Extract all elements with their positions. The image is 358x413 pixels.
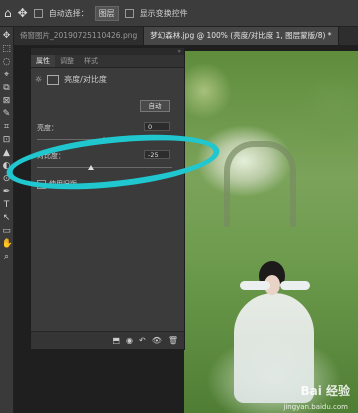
hand-icon[interactable]: ✋ <box>2 239 13 249</box>
home-icon[interactable]: ⌂ <box>4 6 12 20</box>
show-transform-label: 显示变换控件 <box>139 8 188 18</box>
panel-header: ☼ 亮度/对比度 <box>31 68 184 91</box>
quick-select-icon[interactable]: ⌖ <box>2 70 12 80</box>
watermark-brand: Bai 经验 <box>300 384 350 398</box>
frame-icon[interactable]: ⊠ <box>2 96 12 106</box>
healing-icon[interactable]: ⌗ <box>2 122 12 132</box>
pen-icon[interactable]: ✒ <box>2 187 12 197</box>
view-previous-icon[interactable]: ◉ <box>126 336 133 345</box>
doc-tab-2[interactable]: 梦幻森林.jpg @ 100% (亮度/对比度 1, 图层蒙版/8) * <box>144 27 339 45</box>
stamp-icon[interactable]: ⊡ <box>2 135 12 145</box>
delete-icon[interactable]: 🗑 <box>168 336 178 345</box>
panel-tabs: 属性 调整 样式 <box>31 55 184 68</box>
watermark-url: jingyan.baidu.com <box>283 403 348 411</box>
tools-panel: ✥ ⬚ ◌ ⌖ ⧉ ⊠ ✎ ⌗ ⊡ ▲ ◐ ⊙ ✒ T ↖ ▭ ✋ ⌕ <box>0 27 14 413</box>
eyedropper-icon[interactable]: ✎ <box>2 109 12 119</box>
options-bar: ⌂ ✥ 自动选择： 图层 显示变换控件 <box>0 0 358 27</box>
forest-photo: Bai 经验 jingyan.baidu.com <box>184 51 358 413</box>
right-arm <box>280 281 310 290</box>
tab-styles[interactable]: 样式 <box>79 55 103 67</box>
move-tool-icon[interactable]: ✥ <box>18 6 28 20</box>
tab-properties[interactable]: 属性 <box>31 55 55 67</box>
adjustment-icon: ☼ <box>35 75 43 84</box>
show-transform-checkbox[interactable] <box>124 8 134 18</box>
move-icon[interactable]: ✥ <box>2 31 12 41</box>
panel-title: 亮度/对比度 <box>64 75 107 84</box>
clip-icon[interactable]: ⬒ <box>112 336 120 345</box>
properties-panel: » 属性 调整 样式 ☼ 亮度/对比度 自动 亮度： 0 对比度： -25 使用… <box>30 47 185 350</box>
brightness-value[interactable]: 0 <box>144 122 170 131</box>
auto-button[interactable]: 自动 <box>140 100 170 112</box>
auto-select-dropdown[interactable]: 图层 <box>94 5 119 21</box>
type-icon[interactable]: T <box>2 200 12 210</box>
tab-adjustments[interactable]: 调整 <box>55 55 79 67</box>
path-select-icon[interactable]: ↖ <box>2 213 12 223</box>
reset-icon[interactable]: ↶ <box>139 336 146 345</box>
panel-collapse-bar[interactable]: » <box>31 48 184 55</box>
stone-arch <box>224 141 296 227</box>
history-brush-icon[interactable]: ▲ <box>2 148 12 158</box>
zoom-icon[interactable]: ⌕ <box>2 252 12 262</box>
marquee-icon[interactable]: ⬚ <box>2 44 12 54</box>
rectangle-icon[interactable]: ▭ <box>2 226 12 236</box>
doc-tab-1[interactable]: 倚窗图片_20190725110426.png <box>14 27 145 45</box>
left-arm <box>240 281 270 290</box>
mask-icon[interactable] <box>47 74 60 85</box>
crop-icon[interactable]: ⧉ <box>2 83 12 93</box>
auto-select-label: 自动选择： <box>48 8 89 18</box>
brightness-label: 亮度： <box>37 124 58 132</box>
lasso-icon[interactable]: ◌ <box>2 57 12 67</box>
visibility-icon[interactable]: 👁 <box>152 336 162 345</box>
panel-bottom-bar: ⬒ ◉ ↶ 👁 🗑 <box>31 331 184 349</box>
document-tabs: 倚窗图片_20190725110426.png 梦幻森林.jpg @ 100% … <box>14 27 358 46</box>
auto-select-checkbox[interactable] <box>33 8 43 18</box>
